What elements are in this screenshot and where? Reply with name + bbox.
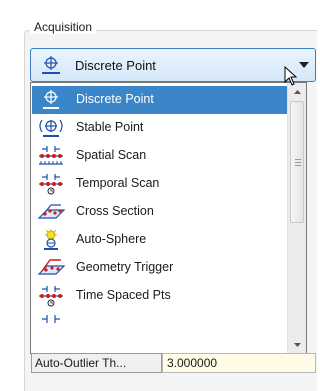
cross-section-icon [37, 201, 66, 223]
dropdown-item-auto-sphere[interactable]: Auto-Sphere [32, 226, 288, 254]
dropdown-scrollbar[interactable] [287, 83, 306, 353]
dropdown-item-label: Spatial Scan [76, 148, 147, 162]
dropdown-item-label: Discrete Point [76, 92, 154, 106]
acquisition-mode-dropdown: Discrete Point Stable Point Spatial Scan… [30, 82, 307, 354]
dropdown-item-cross-section[interactable]: Cross Section [32, 198, 288, 226]
grip-icon [295, 159, 301, 160]
dropdown-item-label: Time Spaced Pts [76, 288, 171, 302]
dropdown-item-stable-point[interactable]: Stable Point [32, 114, 288, 142]
dropdown-item-time-spaced-pts[interactable]: Time Spaced Pts [32, 282, 288, 310]
dropdown-item-label: Auto-Sphere [76, 232, 147, 246]
dropdown-item-label: Cross Section [76, 204, 154, 218]
auto-sphere-icon [37, 229, 65, 251]
window-top-area [0, 0, 307, 14]
stable-point-icon [37, 117, 65, 139]
time-spaced-pts-icon [37, 285, 65, 307]
group-title: Acquisition [30, 20, 97, 34]
scrollbar-thumb[interactable] [290, 101, 304, 223]
scan-icon-partial [37, 313, 65, 335]
spatial-scan-icon [37, 145, 65, 167]
dropdown-item-label: Geometry Trigger [76, 260, 174, 274]
dropdown-item-geometry-trigger[interactable]: Geometry Trigger [32, 254, 288, 282]
acquisition-mode-combobox[interactable]: Discrete Point [30, 48, 316, 82]
dropdown-item-label: Temporal Scan [76, 176, 160, 190]
mouse-cursor-icon [284, 65, 298, 89]
dropdown-item-partial[interactable] [32, 310, 288, 350]
dropdown-item-temporal-scan[interactable]: Temporal Scan [32, 170, 288, 198]
scroll-down-arrow-icon[interactable] [288, 336, 306, 353]
discrete-point-icon [40, 56, 62, 76]
auto-outlier-threshold-value[interactable]: 3.000000 [162, 353, 316, 373]
combobox-selected-label: Discrete Point [75, 58, 156, 73]
temporal-scan-icon [37, 173, 65, 195]
geometry-trigger-icon [37, 257, 66, 279]
dropdown-item-label: Stable Point [76, 120, 144, 134]
discrete-point-icon [37, 89, 65, 111]
auto-outlier-threshold-label: Auto-Outlier Th... [31, 353, 162, 373]
dropdown-item-discrete-point[interactable]: Discrete Point [32, 86, 288, 114]
dropdown-item-spatial-scan[interactable]: Spatial Scan [32, 142, 288, 170]
